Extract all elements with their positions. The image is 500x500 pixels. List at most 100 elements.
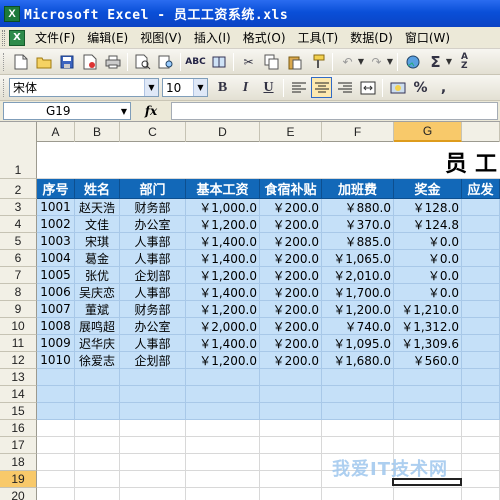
cell[interactable] — [322, 369, 394, 386]
row-header-1[interactable]: 1 — [0, 142, 37, 179]
align-left-icon[interactable] — [288, 77, 309, 98]
sort-ascending-icon[interactable]: AZ — [454, 51, 475, 72]
data-cell[interactable]: 赵天浩 — [75, 199, 120, 216]
cell[interactable] — [75, 420, 120, 437]
cell[interactable] — [120, 386, 186, 403]
cell[interactable] — [37, 437, 75, 454]
cell[interactable] — [37, 403, 75, 420]
cell[interactable] — [462, 335, 500, 352]
data-cell[interactable]: 人事部 — [120, 335, 186, 352]
data-cell[interactable]: ￥885.0 — [322, 233, 394, 250]
cell[interactable] — [462, 386, 500, 403]
data-cell[interactable]: ￥1,312.0 — [394, 318, 462, 335]
cell[interactable] — [75, 142, 120, 179]
data-cell[interactable]: ￥560.0 — [394, 352, 462, 369]
data-cell[interactable]: ￥200.0 — [260, 284, 322, 301]
data-cell[interactable]: ￥200.0 — [260, 267, 322, 284]
cell[interactable] — [462, 369, 500, 386]
undo-dropdown-icon[interactable]: ▼ — [357, 57, 365, 66]
data-cell[interactable]: 人事部 — [120, 250, 186, 267]
header-cell[interactable]: 加班费 — [322, 179, 394, 199]
copy-icon[interactable] — [261, 51, 282, 72]
spelling-icon[interactable]: ABC — [185, 51, 206, 72]
comma-button[interactable]: , — [433, 77, 454, 98]
redo-icon[interactable]: ↷ — [366, 51, 387, 72]
cell[interactable] — [75, 454, 120, 471]
data-cell[interactable]: ￥1,200.0 — [186, 216, 260, 233]
row-header-7[interactable]: 7 — [0, 267, 37, 284]
column-header-a[interactable]: A — [37, 122, 75, 142]
row-header-9[interactable]: 9 — [0, 301, 37, 318]
new-document-icon[interactable] — [10, 51, 31, 72]
row-header-17[interactable]: 17 — [0, 437, 37, 454]
row-header-4[interactable]: 4 — [0, 216, 37, 233]
data-cell[interactable]: ￥1,095.0 — [322, 335, 394, 352]
column-header-partial[interactable] — [462, 122, 500, 142]
workbook-icon[interactable]: X — [9, 29, 25, 46]
data-cell[interactable]: ￥1,400.0 — [186, 335, 260, 352]
cell[interactable] — [462, 318, 500, 335]
data-cell[interactable]: 文佳 — [75, 216, 120, 233]
cell[interactable] — [37, 369, 75, 386]
cell[interactable] — [260, 142, 322, 179]
cell[interactable] — [394, 420, 462, 437]
data-cell[interactable]: ￥1,200.0 — [186, 267, 260, 284]
menu-window[interactable]: 窗口(W) — [399, 28, 456, 48]
cell[interactable] — [394, 403, 462, 420]
autosum-icon[interactable]: Σ — [425, 51, 446, 72]
chevron-down-icon[interactable]: ▼ — [144, 79, 158, 96]
cell[interactable] — [75, 471, 120, 488]
data-cell[interactable]: 1010 — [37, 352, 75, 369]
cell[interactable] — [120, 454, 186, 471]
data-cell[interactable]: 财务部 — [120, 301, 186, 318]
header-cell[interactable]: 应发 — [462, 179, 500, 199]
research-book-icon[interactable] — [208, 51, 229, 72]
data-cell[interactable]: ￥1,065.0 — [322, 250, 394, 267]
row-header-5[interactable]: 5 — [0, 233, 37, 250]
select-all-button[interactable] — [0, 122, 37, 142]
cell[interactable] — [462, 420, 500, 437]
cell[interactable] — [260, 471, 322, 488]
column-header-g[interactable]: G — [394, 122, 462, 142]
row-header-18[interactable]: 18 — [0, 454, 37, 471]
cell[interactable] — [462, 301, 500, 318]
header-cell[interactable]: 序号 — [37, 179, 75, 199]
cell[interactable] — [260, 386, 322, 403]
cell[interactable] — [120, 437, 186, 454]
chevron-down-icon[interactable]: ▼ — [118, 103, 130, 119]
data-cell[interactable]: 1001 — [37, 199, 75, 216]
row-header-15[interactable]: 15 — [0, 403, 37, 420]
row-header-3[interactable]: 3 — [0, 199, 37, 216]
data-cell[interactable]: 1003 — [37, 233, 75, 250]
data-cell[interactable]: 人事部 — [120, 233, 186, 250]
cell[interactable] — [322, 386, 394, 403]
menu-format[interactable]: 格式(O) — [237, 28, 292, 48]
data-cell[interactable]: 张优 — [75, 267, 120, 284]
cell[interactable] — [75, 386, 120, 403]
align-right-icon[interactable] — [334, 77, 355, 98]
cell[interactable] — [462, 267, 500, 284]
data-cell[interactable]: ￥370.0 — [322, 216, 394, 233]
cell[interactable] — [186, 437, 260, 454]
row-header-12[interactable]: 12 — [0, 352, 37, 369]
menu-tools[interactable]: 工具(T) — [292, 28, 345, 48]
cell[interactable] — [186, 488, 260, 500]
row-header-2[interactable]: 2 — [0, 179, 37, 199]
cell[interactable] — [260, 437, 322, 454]
data-cell[interactable]: ￥1,210.0 — [394, 301, 462, 318]
paste-icon[interactable] — [284, 51, 305, 72]
data-cell[interactable]: ￥200.0 — [260, 352, 322, 369]
font-size-select[interactable]: 10 ▼ — [162, 78, 208, 97]
open-folder-icon[interactable] — [33, 51, 54, 72]
excel-icon[interactable]: X — [4, 5, 20, 22]
cell[interactable] — [462, 352, 500, 369]
cell[interactable] — [75, 437, 120, 454]
cell[interactable] — [394, 437, 462, 454]
row-header-11[interactable]: 11 — [0, 335, 37, 352]
cut-icon[interactable]: ✂ — [238, 51, 259, 72]
data-cell[interactable]: ￥1,700.0 — [322, 284, 394, 301]
cell[interactable] — [186, 369, 260, 386]
cell[interactable] — [37, 142, 75, 179]
cell[interactable] — [75, 403, 120, 420]
data-cell[interactable]: 企划部 — [120, 352, 186, 369]
